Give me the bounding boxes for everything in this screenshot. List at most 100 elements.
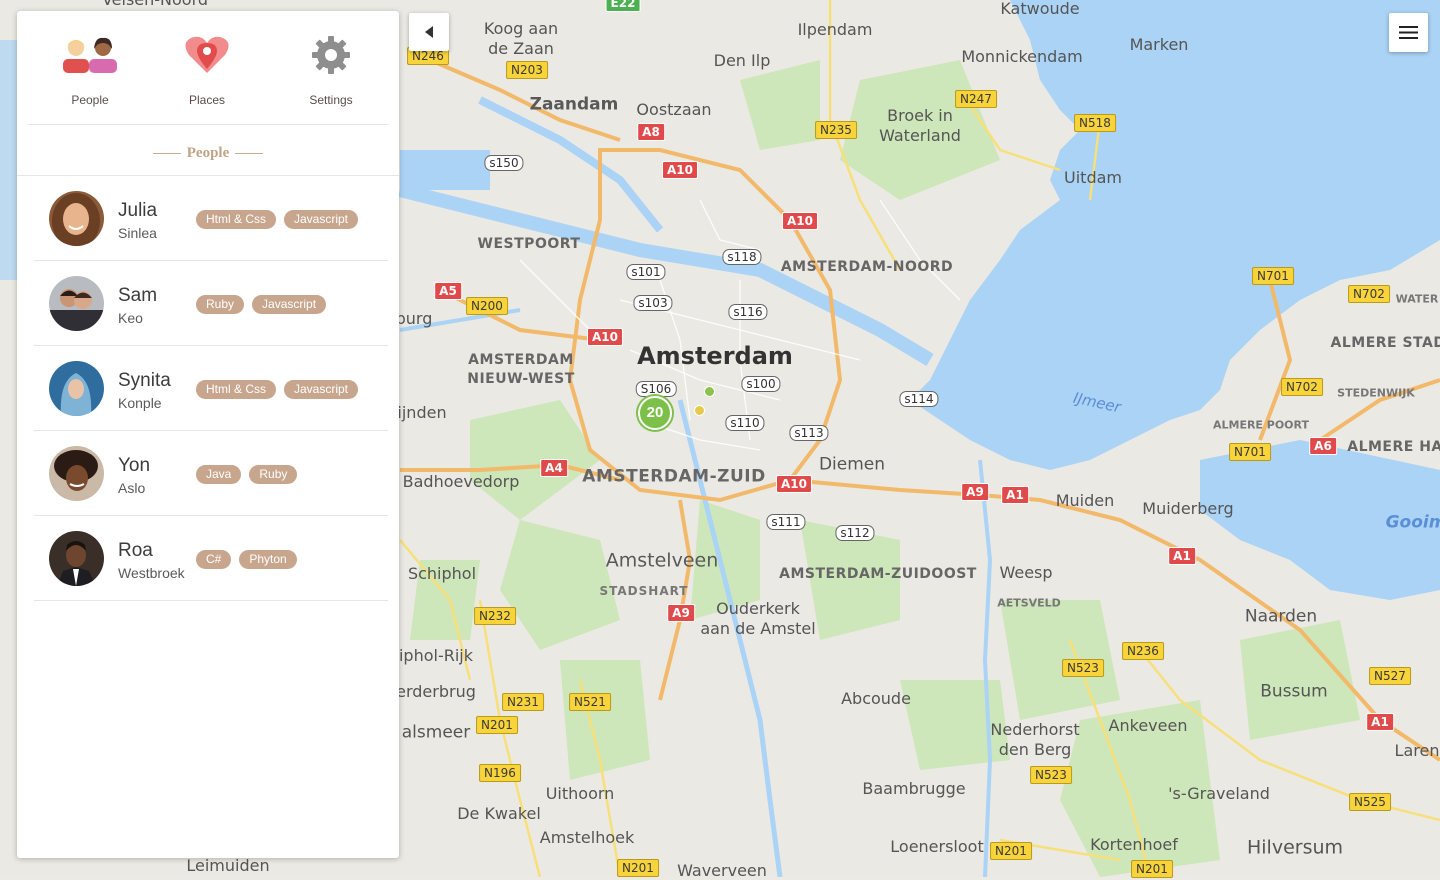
person-item[interactable]: Synita Konple Html & Css Javascript bbox=[34, 346, 388, 431]
road-shield: s150 bbox=[484, 155, 524, 171]
road-shield: N247 bbox=[955, 90, 997, 108]
title-rule-right bbox=[235, 153, 264, 155]
place-label: Zaandam bbox=[529, 94, 619, 115]
road-shield: s118 bbox=[722, 249, 762, 265]
road-shield: A1 bbox=[1168, 547, 1196, 565]
road-shield: N527 bbox=[1369, 667, 1411, 685]
road-shield: A1 bbox=[1366, 713, 1394, 731]
place-label: 's-Graveland bbox=[1168, 784, 1270, 803]
place-label: alsmeer bbox=[401, 722, 471, 743]
road-shield: N201 bbox=[990, 842, 1032, 860]
place-label: Uithoorn bbox=[545, 784, 615, 803]
place-label: ijnden bbox=[397, 403, 447, 422]
person-first-name: Yon bbox=[118, 455, 151, 476]
district-label: AMSTERDAM bbox=[468, 352, 574, 368]
place-label: Waterland bbox=[879, 126, 961, 145]
city-label: Amsterdam bbox=[637, 342, 793, 370]
place-label: Naarden bbox=[1244, 606, 1318, 627]
tab-places[interactable]: Places bbox=[152, 35, 262, 107]
place-label: Weesp bbox=[999, 563, 1053, 582]
place-label: Monnickendam bbox=[961, 47, 1083, 66]
person-item[interactable]: Yon Aslo Java Ruby bbox=[34, 431, 388, 516]
place-label: Kortenhoef bbox=[1090, 835, 1178, 854]
person-item[interactable]: Roa Westbroek C# Phyton bbox=[34, 516, 388, 601]
place-label: erderbrug bbox=[396, 682, 476, 701]
person-last-name: Keo bbox=[118, 310, 143, 326]
road-shield: N235 bbox=[815, 121, 857, 139]
place-label: Ankeveen bbox=[1108, 716, 1188, 735]
collapse-panel-button[interactable] bbox=[409, 13, 449, 51]
district-label: AMSTERDAM-ZUIDOOST bbox=[779, 566, 977, 582]
road-shield: N201 bbox=[1131, 860, 1173, 878]
road-shield: s116 bbox=[728, 304, 768, 320]
skill-tag: Ruby bbox=[196, 295, 245, 314]
place-label: Leimuiden bbox=[186, 856, 270, 875]
map-marker[interactable] bbox=[694, 405, 705, 416]
place-label: Schiphol bbox=[407, 564, 477, 583]
road-shield: N702 bbox=[1348, 285, 1390, 303]
district-label: AMSTERDAM-NOORD bbox=[780, 259, 954, 275]
district-label: WATER bbox=[1395, 292, 1439, 306]
place-label: Marken bbox=[1129, 35, 1189, 54]
menu-button[interactable] bbox=[1389, 13, 1428, 52]
place-label: Uitdam bbox=[1064, 168, 1122, 187]
person-first-name: Julia bbox=[118, 200, 158, 221]
place-label: Broek in bbox=[887, 106, 953, 125]
people-list: Julia Sinlea Html & Css Javascript Sam K… bbox=[34, 176, 388, 601]
hamburger-icon bbox=[1399, 26, 1418, 39]
skill-tags: Html & Css Javascript bbox=[196, 210, 359, 229]
skill-tag: Javascript bbox=[284, 380, 359, 399]
skill-tag: Ruby bbox=[249, 465, 298, 484]
road-shield: N201 bbox=[617, 859, 659, 877]
map-marker[interactable] bbox=[704, 386, 715, 397]
road-shield: A9 bbox=[961, 483, 989, 501]
avatar bbox=[49, 361, 104, 416]
tab-people[interactable]: People bbox=[35, 35, 145, 107]
road-shield: s110 bbox=[725, 415, 765, 431]
panel-tabs: People Places Settings bbox=[27, 11, 389, 125]
road-shield: N203 bbox=[506, 61, 548, 79]
road-shield: A6 bbox=[1309, 437, 1337, 455]
road-shield: A10 bbox=[587, 328, 623, 346]
tab-settings[interactable]: Settings bbox=[276, 35, 386, 107]
road-shield: N702 bbox=[1281, 378, 1323, 396]
marker-cluster[interactable]: 20 bbox=[638, 396, 672, 430]
road-shield: A10 bbox=[776, 475, 812, 493]
road-shield: N196 bbox=[479, 764, 521, 782]
water-label: Gooim bbox=[1385, 512, 1440, 533]
side-panel: People Places Settings People Julia Sinl… bbox=[17, 11, 399, 858]
avatar bbox=[49, 531, 104, 586]
person-item[interactable]: Sam Keo Ruby Javascript bbox=[34, 261, 388, 346]
place-label: Badhoevedorp bbox=[402, 472, 520, 491]
road-shield: s113 bbox=[789, 425, 829, 441]
person-last-name: Aslo bbox=[118, 480, 146, 496]
skill-tag: Javascript bbox=[284, 210, 359, 229]
place-label: aan de Amstel bbox=[700, 619, 816, 638]
avatar bbox=[49, 191, 104, 246]
person-last-name: Sinlea bbox=[118, 225, 157, 241]
district-label: ALMERE STAD bbox=[1330, 335, 1440, 351]
road-shield: A8 bbox=[637, 123, 665, 141]
road-shield: A4 bbox=[540, 459, 568, 477]
place-label: burg bbox=[395, 309, 433, 328]
section-title: People bbox=[17, 125, 399, 176]
district-label: AMSTERDAM-ZUID bbox=[582, 466, 766, 487]
road-shield: A5 bbox=[434, 282, 462, 300]
place-label: Nederhorst bbox=[990, 720, 1080, 739]
road-shield: S106 bbox=[635, 381, 677, 397]
skill-tag: Javascript bbox=[252, 295, 327, 314]
person-item[interactable]: Julia Sinlea Html & Css Javascript bbox=[34, 176, 388, 261]
road-shield: A9 bbox=[667, 604, 695, 622]
road-shield: N523 bbox=[1062, 659, 1104, 677]
place-label: Muiden bbox=[1055, 491, 1115, 510]
district-label: WESTPOORT bbox=[477, 236, 581, 252]
avatar bbox=[49, 446, 104, 501]
skill-tags: Java Ruby bbox=[196, 465, 298, 484]
place-label: Ouderkerk bbox=[716, 599, 800, 618]
district-label: ALMERE HA bbox=[1347, 439, 1440, 455]
road-shield: s112 bbox=[835, 525, 875, 541]
place-label: Katwoude bbox=[1000, 0, 1080, 18]
place-label: Amstelhoek bbox=[539, 828, 635, 847]
tab-label: Places bbox=[188, 93, 226, 107]
road-shield: N523 bbox=[1030, 766, 1072, 784]
